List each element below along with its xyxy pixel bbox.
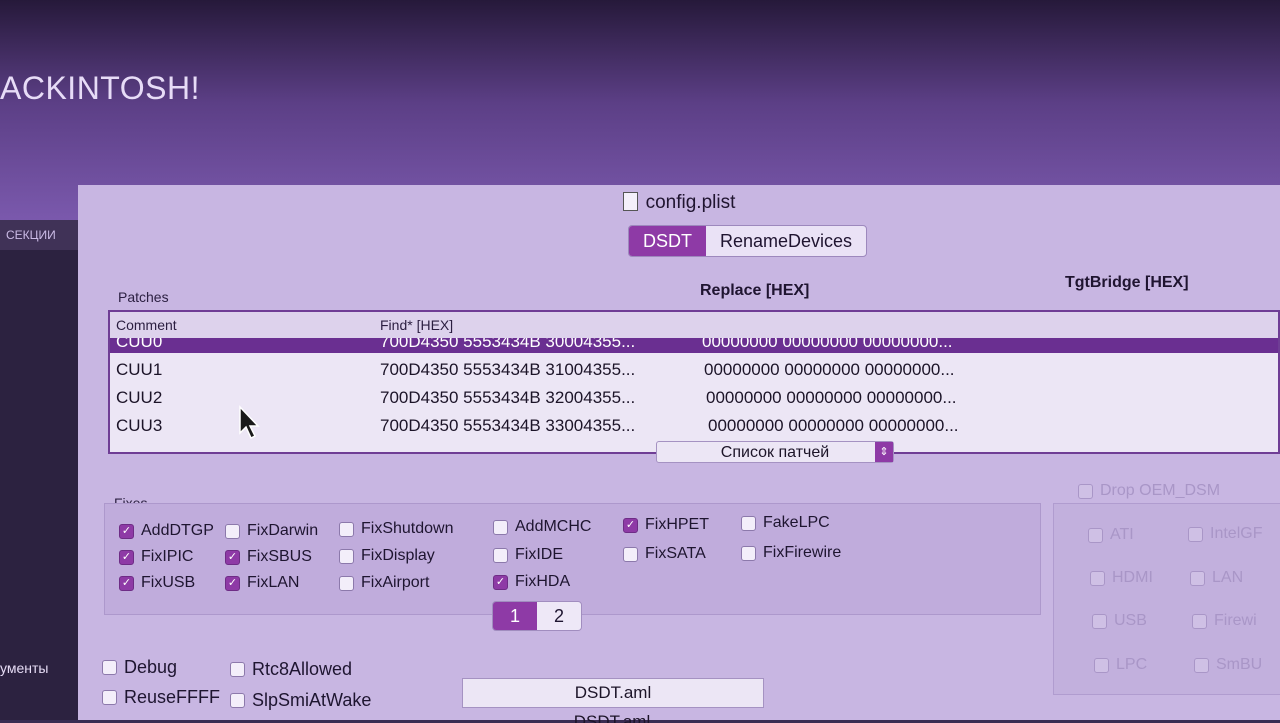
checkbox-icon bbox=[493, 547, 508, 563]
checkbox-oem-intelgf[interactable]: IntelGF bbox=[1188, 525, 1262, 543]
hero-text: ACKINTOSH! bbox=[0, 70, 200, 106]
checkbox-fixide[interactable]: FixIDE bbox=[493, 546, 563, 564]
checkbox-addmchc[interactable]: AddMCHC bbox=[493, 518, 591, 536]
checkbox-adddtgp[interactable]: ✓ AddDTGP bbox=[119, 522, 214, 540]
checkbox-checked-icon: ✓ bbox=[119, 523, 134, 539]
fixes-panel: ✓ AddDTGP FixDarwin FixShutdown AddMCHC ✓… bbox=[104, 503, 1041, 615]
checkbox-checked-icon: ✓ bbox=[119, 549, 134, 565]
checkbox-fixdarwin[interactable]: FixDarwin bbox=[225, 522, 318, 540]
drop-oem-panel: ATI IntelGF HDMI LAN USB Firewi LPC SmBU bbox=[1053, 503, 1280, 695]
col-header-replace: Replace [HEX] bbox=[700, 282, 810, 299]
sidebar-item-tools[interactable]: ументы bbox=[0, 660, 48, 676]
checkbox-fixipic[interactable]: ✓ FixIPIC bbox=[119, 548, 193, 566]
checkbox-fixfirewire[interactable]: FixFirewire bbox=[741, 544, 841, 562]
checkbox-debug[interactable]: Debug bbox=[102, 657, 177, 678]
checkbox-fixhpet[interactable]: ✓ FixHPET bbox=[623, 516, 709, 534]
col-header-tgtbridge: TgtBridge [HEX] bbox=[1065, 274, 1189, 291]
page-2-button[interactable]: 2 bbox=[537, 602, 581, 630]
checkbox-icon bbox=[339, 521, 354, 537]
col-header-comment[interactable]: Comment bbox=[116, 317, 177, 333]
checkbox-fixsbus[interactable]: ✓ FixSBUS bbox=[225, 548, 312, 566]
checkbox-checked-icon: ✓ bbox=[623, 517, 638, 533]
checkbox-icon bbox=[230, 662, 245, 677]
checkbox-icon bbox=[1078, 483, 1093, 499]
tab-rename-devices[interactable]: RenameDevices bbox=[706, 226, 866, 256]
checkbox-fixdisplay[interactable]: FixDisplay bbox=[339, 547, 435, 565]
checkbox-icon bbox=[230, 693, 245, 708]
table-header: Comment Find* [HEX] bbox=[110, 312, 1278, 339]
patches-label: Patches bbox=[118, 289, 169, 305]
table-row[interactable]: CUU0 700D4350 5553434B 30004355... 00000… bbox=[110, 338, 1278, 353]
checkbox-oem-usb[interactable]: USB bbox=[1092, 612, 1147, 630]
checkbox-fixairport[interactable]: FixAirport bbox=[339, 574, 429, 592]
window-title: config.plist bbox=[645, 192, 736, 213]
checkbox-slpsmiatwake[interactable]: SlpSmiAtWake bbox=[230, 690, 371, 711]
window-titlebar: config.plist bbox=[78, 185, 1280, 225]
checkbox-icon bbox=[1194, 657, 1209, 673]
document-icon bbox=[622, 192, 638, 211]
checkbox-fixusb[interactable]: ✓ FixUSB bbox=[119, 574, 195, 592]
checkbox-icon bbox=[623, 546, 638, 562]
config-window: config.plist DSDT RenameDevices Patches … bbox=[78, 185, 1280, 723]
checkbox-icon bbox=[339, 548, 354, 564]
checkbox-fixshutdown[interactable]: FixShutdown bbox=[339, 520, 454, 538]
checkbox-oem-lpc[interactable]: LPC bbox=[1094, 656, 1147, 674]
checkbox-icon bbox=[1090, 570, 1105, 586]
checkbox-oem-smbus[interactable]: SmBU bbox=[1194, 656, 1262, 674]
mouse-cursor-icon bbox=[239, 405, 260, 440]
checkbox-icon bbox=[741, 515, 756, 531]
sidebar-header: СЕКЦИИ bbox=[0, 220, 78, 250]
checkbox-oem-lan[interactable]: LAN bbox=[1190, 569, 1243, 587]
checkbox-fixsata[interactable]: FixSATA bbox=[623, 545, 706, 563]
checkbox-checked-icon: ✓ bbox=[493, 574, 508, 590]
patch-list-dropdown-label: Список патчей bbox=[720, 444, 830, 461]
table-row[interactable]: CUU3 700D4350 5553434B 33004355... 00000… bbox=[110, 412, 1278, 439]
checkbox-oem-hdmi[interactable]: HDMI bbox=[1090, 569, 1153, 587]
table-row[interactable]: CUU1 700D4350 5553434B 31004355... 00000… bbox=[110, 356, 1278, 383]
checkbox-icon bbox=[1190, 570, 1205, 586]
checkbox-checked-icon: ✓ bbox=[225, 575, 240, 591]
dsdt-name-field[interactable]: DSDT.aml bbox=[462, 678, 764, 708]
checkbox-rtc8allowed[interactable]: Rtc8Allowed bbox=[230, 659, 352, 680]
checkbox-icon bbox=[741, 545, 756, 561]
checkbox-fixlan[interactable]: ✓ FixLAN bbox=[225, 574, 299, 592]
checkbox-icon bbox=[493, 519, 508, 535]
tab-bar: DSDT RenameDevices bbox=[628, 225, 868, 257]
checkbox-icon bbox=[339, 575, 354, 591]
checkbox-icon bbox=[1094, 657, 1109, 673]
checkbox-icon bbox=[225, 523, 240, 539]
dsdt-name-field-2[interactable]: DSDT.aml bbox=[462, 709, 762, 723]
checkbox-reuseffff[interactable]: ReuseFFFF bbox=[102, 687, 220, 708]
checkbox-icon bbox=[1192, 613, 1207, 629]
tab-dsdt[interactable]: DSDT bbox=[629, 226, 706, 256]
page-1-button[interactable]: 1 bbox=[493, 602, 537, 630]
checkbox-checked-icon: ✓ bbox=[225, 549, 240, 565]
checkbox-checked-icon: ✓ bbox=[119, 575, 134, 591]
checkbox-fixhda[interactable]: ✓ FixHDA bbox=[493, 573, 570, 591]
checkbox-icon bbox=[1088, 527, 1103, 543]
checkbox-oem-ati[interactable]: ATI bbox=[1088, 526, 1134, 544]
fixes-pager: 1 2 bbox=[492, 601, 582, 631]
chevron-updown-icon: ⇕ bbox=[875, 442, 893, 462]
col-header-find[interactable]: Find* [HEX] bbox=[380, 317, 453, 333]
patch-list-dropdown[interactable]: Список патчей ⇕ bbox=[656, 441, 894, 463]
table-row[interactable]: CUU2 700D4350 5553434B 32004355... 00000… bbox=[110, 384, 1278, 411]
checkbox-drop-oem-dsm[interactable]: Drop OEM_DSM bbox=[1078, 482, 1220, 500]
checkbox-fakelpc[interactable]: FakeLPC bbox=[741, 514, 830, 532]
checkbox-oem-firewire[interactable]: Firewi bbox=[1192, 612, 1257, 630]
checkbox-icon bbox=[1092, 613, 1107, 629]
sidebar: СЕКЦИИ ументы bbox=[0, 220, 78, 720]
checkbox-icon bbox=[102, 660, 117, 675]
checkbox-icon bbox=[102, 690, 117, 705]
checkbox-icon bbox=[1188, 526, 1203, 542]
patches-table: Replace [HEX] TgtBridge [HEX] Comment Fi… bbox=[108, 274, 1280, 454]
